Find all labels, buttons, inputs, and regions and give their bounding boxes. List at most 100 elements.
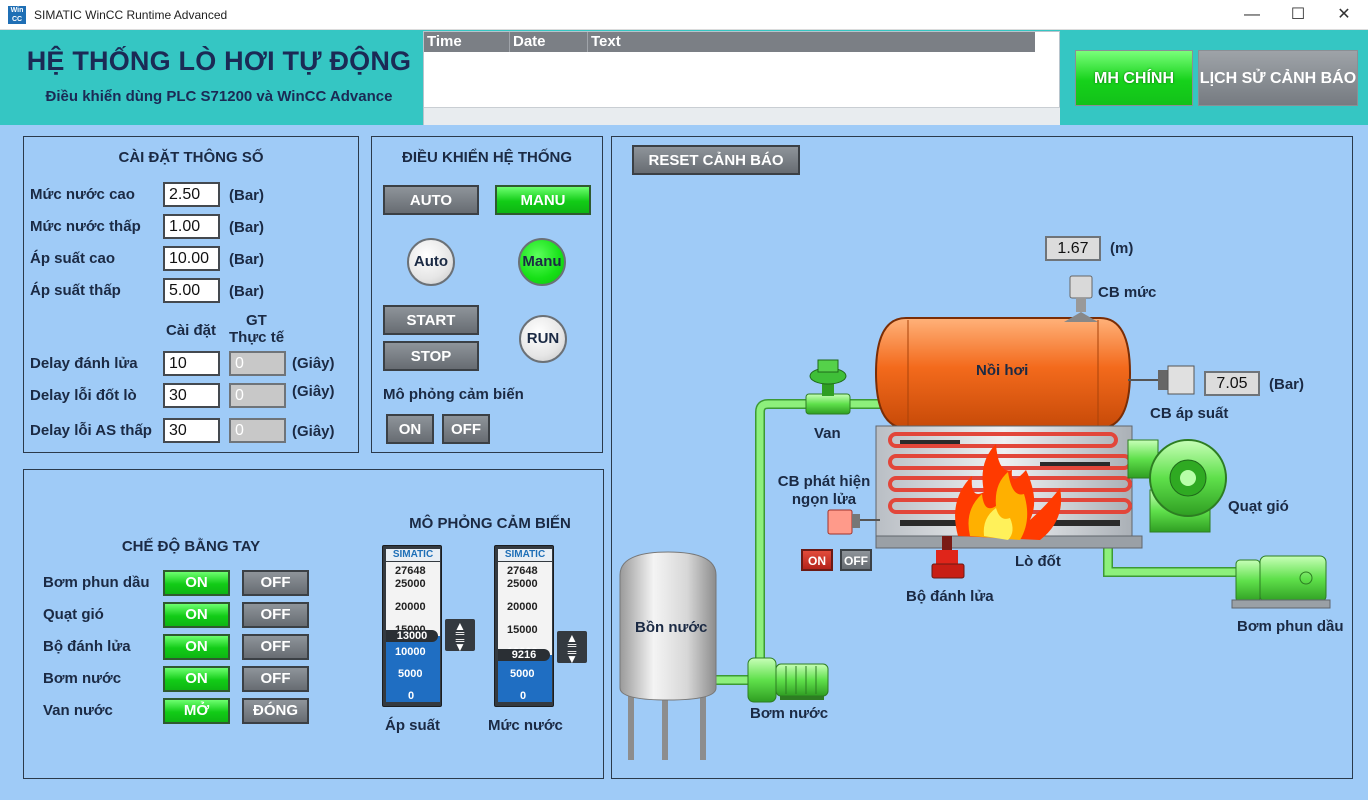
manu-button[interactable]: MANU	[495, 185, 591, 215]
fan-off-button[interactable]: OFF	[242, 602, 309, 628]
sim-on-button[interactable]: ON	[386, 414, 434, 444]
close-button[interactable]: ✕	[1321, 0, 1367, 30]
delay-ignite-unit: (Giây)	[292, 355, 335, 372]
delay-lowp-fault-unit: (Giây)	[292, 423, 335, 440]
oil-pump-off-button[interactable]: OFF	[242, 570, 309, 596]
tick-27648: 27648	[395, 565, 426, 577]
water-valve-icon	[805, 359, 851, 415]
level-slider[interactable]: SIMATIC 27648 25000 20000 15000 10000 50…	[494, 545, 554, 707]
auto-indicator: Auto	[407, 238, 455, 286]
pressure-value-unit: (Bar)	[1269, 376, 1305, 393]
run-indicator: RUN	[519, 315, 567, 363]
page-title: HỆ THỐNG LÒ HƠI TỰ ĐỘNG	[26, 46, 412, 76]
tick-27648: 27648	[507, 565, 538, 577]
tick-5000: 5000	[510, 668, 535, 680]
burner-label: Lò đốt	[1015, 553, 1061, 570]
col-actual-header-1: GT	[246, 312, 267, 329]
delay-lowp-fault-actual: 0	[229, 418, 286, 443]
delay-burner-fault-unit: (Giây)	[292, 383, 335, 400]
water-valve-close-button[interactable]: ĐÓNG	[242, 698, 309, 724]
alarm-col-date[interactable]: Date	[510, 32, 588, 52]
level-slider-value: 9216	[498, 649, 550, 661]
igniter-on-button[interactable]: ON	[163, 634, 230, 660]
water-valve-open-button[interactable]: MỞ	[163, 698, 230, 724]
level-sensor-label: CB mức	[1098, 284, 1157, 301]
valve-label: Van	[814, 425, 841, 442]
flame-sensor-label-1: CB phát hiện	[777, 473, 871, 490]
level-slider-handle[interactable]: ▲ ═ ═ ▼	[557, 631, 587, 665]
boiler-label: Nồi hơi	[976, 362, 1029, 379]
igniter-label: Bộ đánh lửa	[43, 638, 131, 655]
water-pump-label: Bơm nước	[43, 670, 122, 687]
alarm-col-text[interactable]: Text	[588, 32, 1035, 52]
maximize-button[interactable]: ☐	[1275, 0, 1321, 30]
oil-pump-on-button[interactable]: ON	[163, 570, 230, 596]
low-level-label: Mức nước thấp	[30, 218, 141, 235]
slider-brand: SIMATIC	[386, 549, 440, 561]
fan-on-button[interactable]: ON	[163, 602, 230, 628]
low-pressure-unit: (Bar)	[229, 283, 265, 300]
fan-label: Quạt gió	[43, 606, 104, 623]
auto-button[interactable]: AUTO	[383, 185, 479, 215]
low-pressure-input[interactable]: 5.00	[163, 278, 220, 303]
delay-ignite-set-input[interactable]: 10	[163, 351, 220, 376]
delay-lowp-fault-set-input[interactable]: 30	[163, 418, 220, 443]
delay-burner-fault-set-input[interactable]: 30	[163, 383, 220, 408]
pressure-slider[interactable]: SIMATIC 27648 25000 20000 15000 10000 50…	[382, 545, 442, 707]
oil-pump-icon	[1231, 555, 1331, 609]
pressure-slider-label: Áp suất	[385, 717, 441, 734]
level-sensor-icon	[1064, 275, 1098, 322]
water-tank-label: Bồn nước	[635, 619, 708, 636]
delay-burner-fault-actual: 0	[229, 383, 286, 408]
control-title: ĐIỀU KHIỂN HỆ THỐNG	[401, 149, 572, 166]
level-slider-label: Mức nước	[488, 717, 563, 734]
delay-ignite-label: Delay đánh lửa	[30, 355, 138, 372]
tick-20000: 20000	[395, 601, 426, 613]
delay-burner-fault-label: Delay lỗi đốt lò	[30, 387, 137, 404]
slider-brand: SIMATIC	[498, 549, 552, 561]
flame-sim-on-button[interactable]: ON	[801, 549, 833, 571]
low-pressure-label: Áp suất thấp	[30, 282, 121, 299]
start-button[interactable]: START	[383, 305, 479, 335]
stop-button[interactable]: STOP	[383, 341, 479, 371]
high-pressure-input[interactable]: 10.00	[163, 246, 220, 271]
high-level-input[interactable]: 2.50	[163, 182, 220, 207]
water-pump-label: Bơm nước	[750, 705, 829, 722]
water-tank-icon	[619, 551, 717, 760]
tick-25000: 25000	[395, 578, 426, 590]
sim-off-button[interactable]: OFF	[442, 414, 490, 444]
water-pump-off-button[interactable]: OFF	[242, 666, 309, 692]
delay-lowp-fault-label: Delay lỗi AS thấp	[30, 422, 152, 439]
tick-20000: 20000	[507, 601, 538, 613]
low-level-input[interactable]: 1.00	[163, 214, 220, 239]
page-subtitle: Điều khiển dùng PLC S71200 và WinCC Adva…	[45, 88, 393, 105]
pressure-sensor-icon	[1128, 365, 1195, 395]
flame-sim-off-button[interactable]: OFF	[840, 549, 872, 571]
minimize-button[interactable]: —	[1229, 0, 1275, 30]
sim-sensor-label: Mô phỏng cảm biến	[383, 386, 524, 403]
tick-10000: 10000	[395, 646, 426, 658]
pressure-sensor-label: CB áp suất	[1150, 405, 1229, 422]
main-screen-button[interactable]: MH CHÍNH	[1075, 50, 1193, 106]
igniter-off-button[interactable]: OFF	[242, 634, 309, 660]
fan-label: Quạt gió	[1228, 498, 1289, 515]
water-pump-on-button[interactable]: ON	[163, 666, 230, 692]
alarm-history-button[interactable]: LỊCH SỬ CẢNH BÁO	[1198, 50, 1358, 106]
control-panel	[371, 136, 603, 453]
water-valve-label: Van nước	[43, 702, 113, 719]
pressure-slider-handle[interactable]: ▲ ═ ═ ▼	[445, 619, 475, 653]
high-pressure-label: Áp suất cao	[30, 250, 116, 267]
alarm-header: Time Date Text	[424, 32, 1035, 52]
tick-0: 0	[520, 690, 527, 702]
tick-5000: 5000	[398, 668, 423, 680]
water-pump-icon	[747, 657, 829, 703]
oil-pump-label: Bơm phun dầu	[1237, 618, 1344, 635]
flame-sensor-label-2: ngọn lửa	[791, 491, 857, 508]
water-pipe	[716, 400, 808, 684]
manual-title: CHẾ ĐỘ BẰNG TAY	[121, 538, 261, 555]
low-level-unit: (Bar)	[229, 219, 265, 236]
manu-indicator: Manu	[518, 238, 566, 286]
alarm-col-time[interactable]: Time	[424, 32, 510, 52]
tick-25000: 25000	[507, 578, 538, 590]
sim-sliders-title: MÔ PHỎNG CẢM BIẾN	[409, 515, 571, 532]
